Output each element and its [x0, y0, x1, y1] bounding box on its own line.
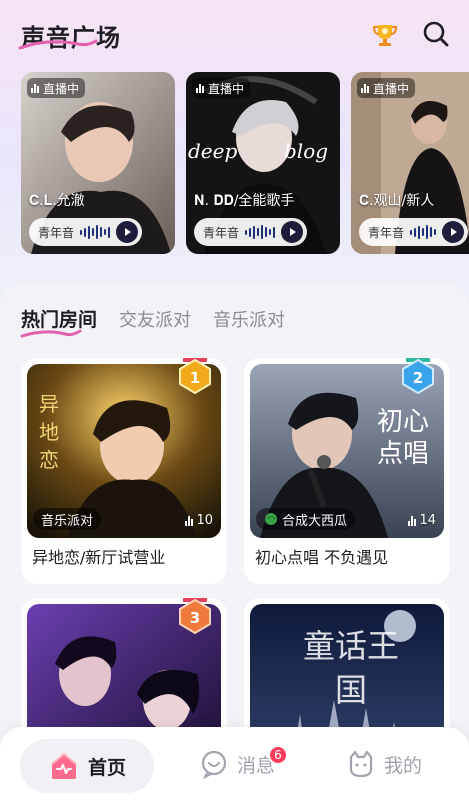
- live-bars-icon: [31, 83, 39, 93]
- active-tab-indicator: [20, 329, 82, 338]
- voice-type-label: 青年音: [368, 225, 405, 240]
- voice-sample-pill[interactable]: 青年音: [194, 218, 308, 246]
- unread-messages-badge: 6: [268, 745, 288, 765]
- nav-me-label: 我的: [384, 754, 423, 777]
- rank-badge-gold-icon: 1: [179, 358, 211, 394]
- waveform-icon: [245, 224, 276, 240]
- listener-bars-icon: [408, 515, 417, 526]
- live-bars-icon: [196, 83, 204, 93]
- live-bars-icon: [361, 83, 369, 93]
- live-room-card[interactable]: deep blog 直播中 𝐍. 𝐃𝐃/全能歌手 青年音: [186, 72, 340, 254]
- play-icon[interactable]: [442, 221, 465, 243]
- rank-badge-bronze-icon: 3: [179, 598, 211, 634]
- rank-number: 1: [190, 369, 200, 387]
- room-card[interactable]: 异地恋 音乐派对 10 1 异地恋/新厅试营业: [21, 358, 227, 584]
- live-room-name: 𝐍. 𝐃𝐃/全能歌手: [194, 193, 295, 209]
- rank-badge-blue-icon: 2: [402, 358, 434, 394]
- listener-count: 14: [408, 513, 436, 528]
- home-icon: [51, 752, 77, 779]
- voice-sample-pill[interactable]: 青年音: [29, 218, 143, 246]
- live-status-badge: 直播中: [192, 78, 251, 98]
- room-cover-title: 童话王国: [302, 627, 399, 709]
- room-cover-title: 异地恋: [39, 392, 59, 472]
- rank-number: 3: [190, 609, 200, 627]
- tab-hot-rooms[interactable]: 热门房间: [21, 305, 97, 332]
- play-icon[interactable]: [116, 221, 139, 243]
- room-card[interactable]: 初心点唱 合成大西瓜 14 2 初心点唱 不负遇见: [244, 358, 450, 584]
- listener-bars-icon: [185, 515, 194, 526]
- watermelon-icon: [265, 513, 277, 525]
- search-icon[interactable]: [421, 19, 451, 49]
- voice-type-label: 青年音: [203, 225, 240, 240]
- trophy-icon[interactable]: [370, 20, 400, 50]
- play-icon[interactable]: [281, 221, 304, 243]
- room-host-tag: 合成大西瓜: [256, 508, 356, 530]
- live-status-badge: 直播中: [357, 78, 416, 98]
- room-category-tag: 音乐派对: [33, 508, 102, 530]
- profile-cat-icon: [349, 750, 373, 778]
- tab-social-party[interactable]: 交友派对: [119, 306, 191, 332]
- live-room-card[interactable]: 直播中 𝐂.𝐋.允澈 青年音: [21, 72, 175, 254]
- bottom-navigation: 首页 消息 6 我的: [0, 727, 469, 803]
- waveform-icon: [80, 224, 111, 240]
- room-category-tabs: 热门房间 交友派对 音乐派对: [21, 305, 285, 332]
- live-room-card[interactable]: 直播中 𝐂.观山/新人 青年音: [351, 72, 469, 254]
- live-room-name: 𝐂.𝐋.允澈: [29, 193, 85, 209]
- nav-me-tab[interactable]: 我的: [346, 749, 422, 779]
- svg-text:blog: blog: [284, 139, 328, 163]
- room-title: 异地恋/新厅试营业: [32, 548, 166, 567]
- room-cover-title: 初心点唱: [376, 407, 429, 469]
- voice-sample-pill[interactable]: 青年音: [359, 218, 469, 246]
- room-list-panel: 热门房间 交友派对 音乐派对 异地恋 音乐派对 10 1 异地恋/新厅试营业 初…: [0, 285, 469, 803]
- nav-messages-tab[interactable]: 消息: [199, 749, 275, 779]
- room-title: 初心点唱 不负遇见: [255, 548, 389, 567]
- nav-home-label: 首页: [87, 756, 126, 779]
- waveform-icon: [410, 224, 437, 240]
- voice-type-label: 青年音: [38, 225, 75, 240]
- rank-number: 2: [413, 369, 423, 387]
- live-rooms-carousel[interactable]: 直播中 𝐂.𝐋.允澈 青年音 deep blog 直播中 𝐍. 𝐃𝐃/全能歌手 …: [0, 72, 469, 256]
- live-status-badge: 直播中: [27, 78, 86, 98]
- live-room-name: 𝐂.观山/新人: [359, 193, 435, 209]
- title-swoosh-decoration: [18, 39, 98, 50]
- svg-text:deep: deep: [188, 139, 237, 163]
- message-icon: [201, 750, 227, 779]
- top-header: 声音广场: [0, 0, 469, 70]
- listener-count: 10: [185, 513, 213, 528]
- nav-home-tab[interactable]: 首页: [20, 739, 154, 793]
- tab-music-party[interactable]: 音乐派对: [213, 306, 285, 332]
